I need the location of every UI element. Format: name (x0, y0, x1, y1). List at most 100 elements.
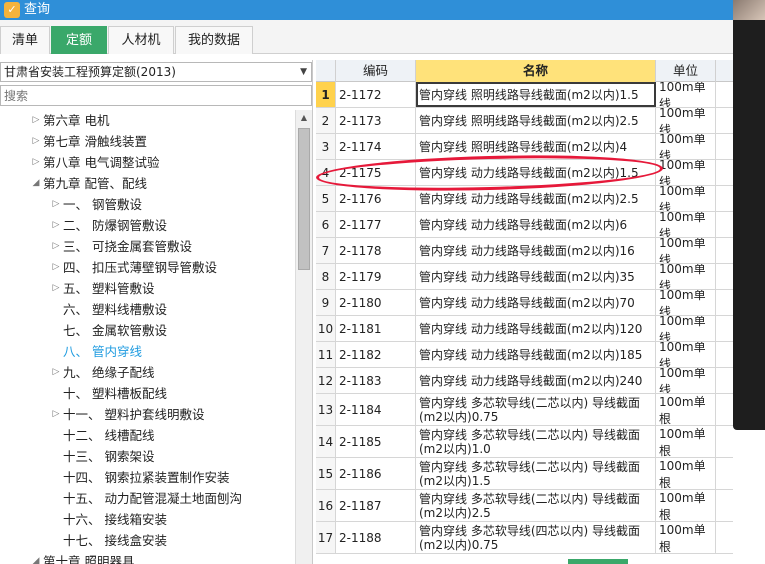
table-row[interactable]: 4 2-1175 管内穿线 动力线路导线截面(m2以内)1.5 100m单线 (316, 160, 733, 186)
row-name[interactable]: 管内穿线 照明线路导线截面(m2以内)2.5 (416, 108, 656, 133)
row-unit[interactable]: 100m单线 (656, 290, 716, 315)
tree-item[interactable]: 十二、 线槽配线 (0, 425, 295, 446)
scrollbar-thumb[interactable] (298, 128, 310, 270)
row-unit[interactable]: 100m单根 (656, 458, 716, 489)
header-name[interactable]: 名称 (416, 60, 656, 82)
row-index[interactable]: 4 (316, 160, 336, 185)
row-code[interactable]: 2-1177 (336, 212, 416, 237)
collapse-arrow-icon[interactable]: ◢ (30, 551, 42, 564)
row-index[interactable]: 17 (316, 522, 336, 553)
table-row[interactable]: 15 2-1186 管内穿线 多芯软导线(二芯以内) 导线截面(m2以内)1.5 10… (316, 458, 733, 490)
tree-item[interactable]: ◢ 第九章 配管、配线 (0, 173, 295, 194)
row-code[interactable]: 2-1172 (336, 82, 416, 107)
tree-item[interactable]: 七、 金属软管敷设 (0, 320, 295, 341)
quota-library-select[interactable]: 甘肃省安装工程预算定额(2013) ▼ (0, 62, 312, 82)
row-code[interactable]: 2-1174 (336, 134, 416, 159)
row-index[interactable]: 5 (316, 186, 336, 211)
tree-item[interactable]: ▷ 五、 塑料管敷设 (0, 278, 295, 299)
row-unit[interactable]: 100m单线 (656, 82, 716, 107)
row-index[interactable]: 15 (316, 458, 336, 489)
tree-item[interactable]: ▷ 九、 绝缘子配线 (0, 362, 295, 383)
expand-arrow-icon[interactable]: ▷ (50, 404, 62, 425)
row-unit[interactable]: 100m单线 (656, 238, 716, 263)
row-name[interactable]: 管内穿线 动力线路导线截面(m2以内)2.5 (416, 186, 656, 211)
row-unit[interactable]: 100m单线 (656, 108, 716, 133)
chevron-down-icon[interactable]: ▼ (300, 63, 307, 81)
tree-item[interactable]: ▷ 四、 扣压式薄壁钢导管敷设 (0, 257, 295, 278)
row-index[interactable]: 16 (316, 490, 336, 521)
table-row[interactable]: 3 2-1174 管内穿线 照明线路导线截面(m2以内)4 100m单线 (316, 134, 733, 160)
row-code[interactable]: 2-1179 (336, 264, 416, 289)
tree-item[interactable]: ◢ 第十章 照明器具 (0, 551, 295, 564)
row-index[interactable]: 10 (316, 316, 336, 341)
row-index[interactable]: 3 (316, 134, 336, 159)
tab-list[interactable]: 清单 (0, 26, 50, 54)
tree-item[interactable]: ▷ 第六章 电机 (0, 110, 295, 131)
table-row[interactable]: 12 2-1183 管内穿线 动力线路导线截面(m2以内)240 100m单线 (316, 368, 733, 394)
table-row[interactable]: 10 2-1181 管内穿线 动力线路导线截面(m2以内)120 100m单线 (316, 316, 733, 342)
row-index[interactable]: 14 (316, 426, 336, 457)
table-row[interactable]: 5 2-1176 管内穿线 动力线路导线截面(m2以内)2.5 100m单线 (316, 186, 733, 212)
tree-item[interactable]: 十六、 接线箱安装 (0, 509, 295, 530)
table-row[interactable]: 6 2-1177 管内穿线 动力线路导线截面(m2以内)6 100m单线 (316, 212, 733, 238)
row-code[interactable]: 2-1186 (336, 458, 416, 489)
expand-arrow-icon[interactable]: ▷ (30, 110, 42, 131)
row-code[interactable]: 2-1184 (336, 394, 416, 425)
row-code[interactable]: 2-1180 (336, 290, 416, 315)
row-name[interactable]: 管内穿线 动力线路导线截面(m2以内)185 (416, 342, 656, 367)
row-code[interactable]: 2-1187 (336, 490, 416, 521)
tree-item[interactable]: ▷ 一、 钢管敷设 (0, 194, 295, 215)
row-name[interactable]: 管内穿线 照明线路导线截面(m2以内)4 (416, 134, 656, 159)
row-index[interactable]: 8 (316, 264, 336, 289)
row-unit[interactable]: 100m单根 (656, 522, 716, 553)
tab-my-data[interactable]: 我的数据 (175, 26, 253, 54)
tree-item[interactable]: 八、 管内穿线 (0, 341, 295, 362)
row-name[interactable]: 管内穿线 多芯软导线(二芯以内) 导线截面(m2以内)1.5 (416, 458, 656, 489)
search-input[interactable] (0, 85, 312, 106)
row-name[interactable]: 管内穿线 多芯软导线(二芯以内) 导线截面(m2以内)1.0 (416, 426, 656, 457)
table-row[interactable]: 2 2-1173 管内穿线 照明线路导线截面(m2以内)2.5 100m单线 (316, 108, 733, 134)
table-row[interactable]: 7 2-1178 管内穿线 动力线路导线截面(m2以内)16 100m单线 (316, 238, 733, 264)
row-unit[interactable]: 100m单线 (656, 212, 716, 237)
table-row[interactable]: 11 2-1182 管内穿线 动力线路导线截面(m2以内)185 100m单线 (316, 342, 733, 368)
header-code[interactable]: 编码 (336, 60, 416, 82)
row-unit[interactable]: 100m单线 (656, 264, 716, 289)
tree-item[interactable]: ▷ 第七章 滑触线装置 (0, 131, 295, 152)
row-name[interactable]: 管内穿线 动力线路导线截面(m2以内)240 (416, 368, 656, 393)
row-index[interactable]: 12 (316, 368, 336, 393)
expand-arrow-icon[interactable]: ▷ (30, 131, 42, 152)
table-row[interactable]: 17 2-1188 管内穿线 多芯软导线(四芯以内) 导线截面(m2以内)0.75 1… (316, 522, 733, 554)
tree-item[interactable]: ▷ 三、 可挠金属套管敷设 (0, 236, 295, 257)
row-name[interactable]: 管内穿线 多芯软导线(二芯以内) 导线截面(m2以内)0.75 (416, 394, 656, 425)
expand-arrow-icon[interactable]: ▷ (50, 194, 62, 215)
expand-arrow-icon[interactable]: ▷ (50, 278, 62, 299)
tree-item[interactable]: ▷ 二、 防爆钢管敷设 (0, 215, 295, 236)
tree-scrollbar[interactable]: ▲ (295, 110, 312, 564)
scroll-up-icon[interactable]: ▲ (296, 110, 312, 126)
expand-arrow-icon[interactable]: ▷ (50, 236, 62, 257)
row-unit[interactable]: 100m单线 (656, 186, 716, 211)
expand-arrow-icon[interactable]: ▷ (50, 362, 62, 383)
expand-arrow-icon[interactable]: ▷ (30, 152, 42, 173)
tree-item[interactable]: 十三、 钢索架设 (0, 446, 295, 467)
row-index[interactable]: 1 (316, 82, 336, 107)
table-row[interactable]: 9 2-1180 管内穿线 动力线路导线截面(m2以内)70 100m单线 (316, 290, 733, 316)
row-code[interactable]: 2-1185 (336, 426, 416, 457)
row-name[interactable]: 管内穿线 动力线路导线截面(m2以内)120 (416, 316, 656, 341)
row-unit[interactable]: 100m单线 (656, 134, 716, 159)
row-index[interactable]: 2 (316, 108, 336, 133)
row-name[interactable]: 管内穿线 动力线路导线截面(m2以内)70 (416, 290, 656, 315)
row-unit[interactable]: 100m单线 (656, 342, 716, 367)
expand-arrow-icon[interactable]: ▷ (50, 257, 62, 278)
tab-quota[interactable]: 定额 (51, 26, 107, 54)
table-row[interactable]: 1 2-1172 管内穿线 照明线路导线截面(m2以内)1.5 100m单线 (316, 82, 733, 108)
row-index[interactable]: 7 (316, 238, 336, 263)
row-code[interactable]: 2-1188 (336, 522, 416, 553)
row-name[interactable]: 管内穿线 动力线路导线截面(m2以内)16 (416, 238, 656, 263)
row-name[interactable]: 管内穿线 多芯软导线(四芯以内) 导线截面(m2以内)0.75 (416, 522, 656, 553)
row-code[interactable]: 2-1178 (336, 238, 416, 263)
row-code[interactable]: 2-1173 (336, 108, 416, 133)
row-name[interactable]: 管内穿线 多芯软导线(二芯以内) 导线截面(m2以内)2.5 (416, 490, 656, 521)
collapse-arrow-icon[interactable]: ◢ (30, 173, 42, 194)
tree-item[interactable]: ▷ 十一、 塑料护套线明敷设 (0, 404, 295, 425)
